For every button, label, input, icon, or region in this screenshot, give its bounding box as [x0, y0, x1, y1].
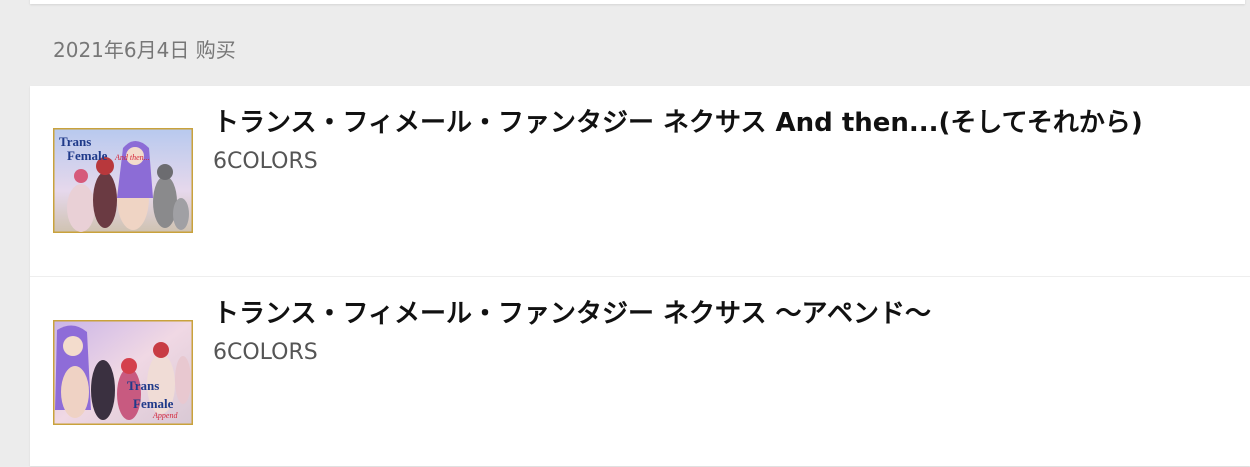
svg-text:Trans: Trans — [127, 378, 159, 393]
svg-text:And then...: And then... — [114, 153, 150, 162]
purchase-date-header: 2021年6月4日 购买 — [53, 38, 236, 62]
purchase-item[interactable]: Trans Female Append トランス・フィメール・ファンタジー ネク… — [30, 277, 1250, 467]
purchase-list-card: Trans Female And then... トランス・フィメール・ファンタ… — [30, 86, 1250, 466]
previous-purchase-card-edge — [30, 0, 1245, 4]
svg-text:Trans: Trans — [59, 134, 91, 149]
product-title-link[interactable]: トランス・フィメール・ファンタジー ネクサス And then...(そしてそれ… — [213, 106, 1143, 140]
product-circle-name[interactable]: 6COLORS — [213, 338, 318, 368]
product-thumbnail[interactable]: Trans Female And then... — [53, 128, 193, 233]
product-thumbnail[interactable]: Trans Female Append — [53, 320, 193, 425]
svg-text:Append: Append — [152, 411, 178, 420]
product-circle-name[interactable]: 6COLORS — [213, 147, 318, 177]
svg-text:Female: Female — [67, 148, 108, 163]
svg-text:Female: Female — [133, 396, 174, 411]
purchase-item[interactable]: Trans Female And then... トランス・フィメール・ファンタ… — [30, 86, 1250, 276]
product-title-link[interactable]: トランス・フィメール・ファンタジー ネクサス ～アペンド～ — [213, 297, 931, 331]
